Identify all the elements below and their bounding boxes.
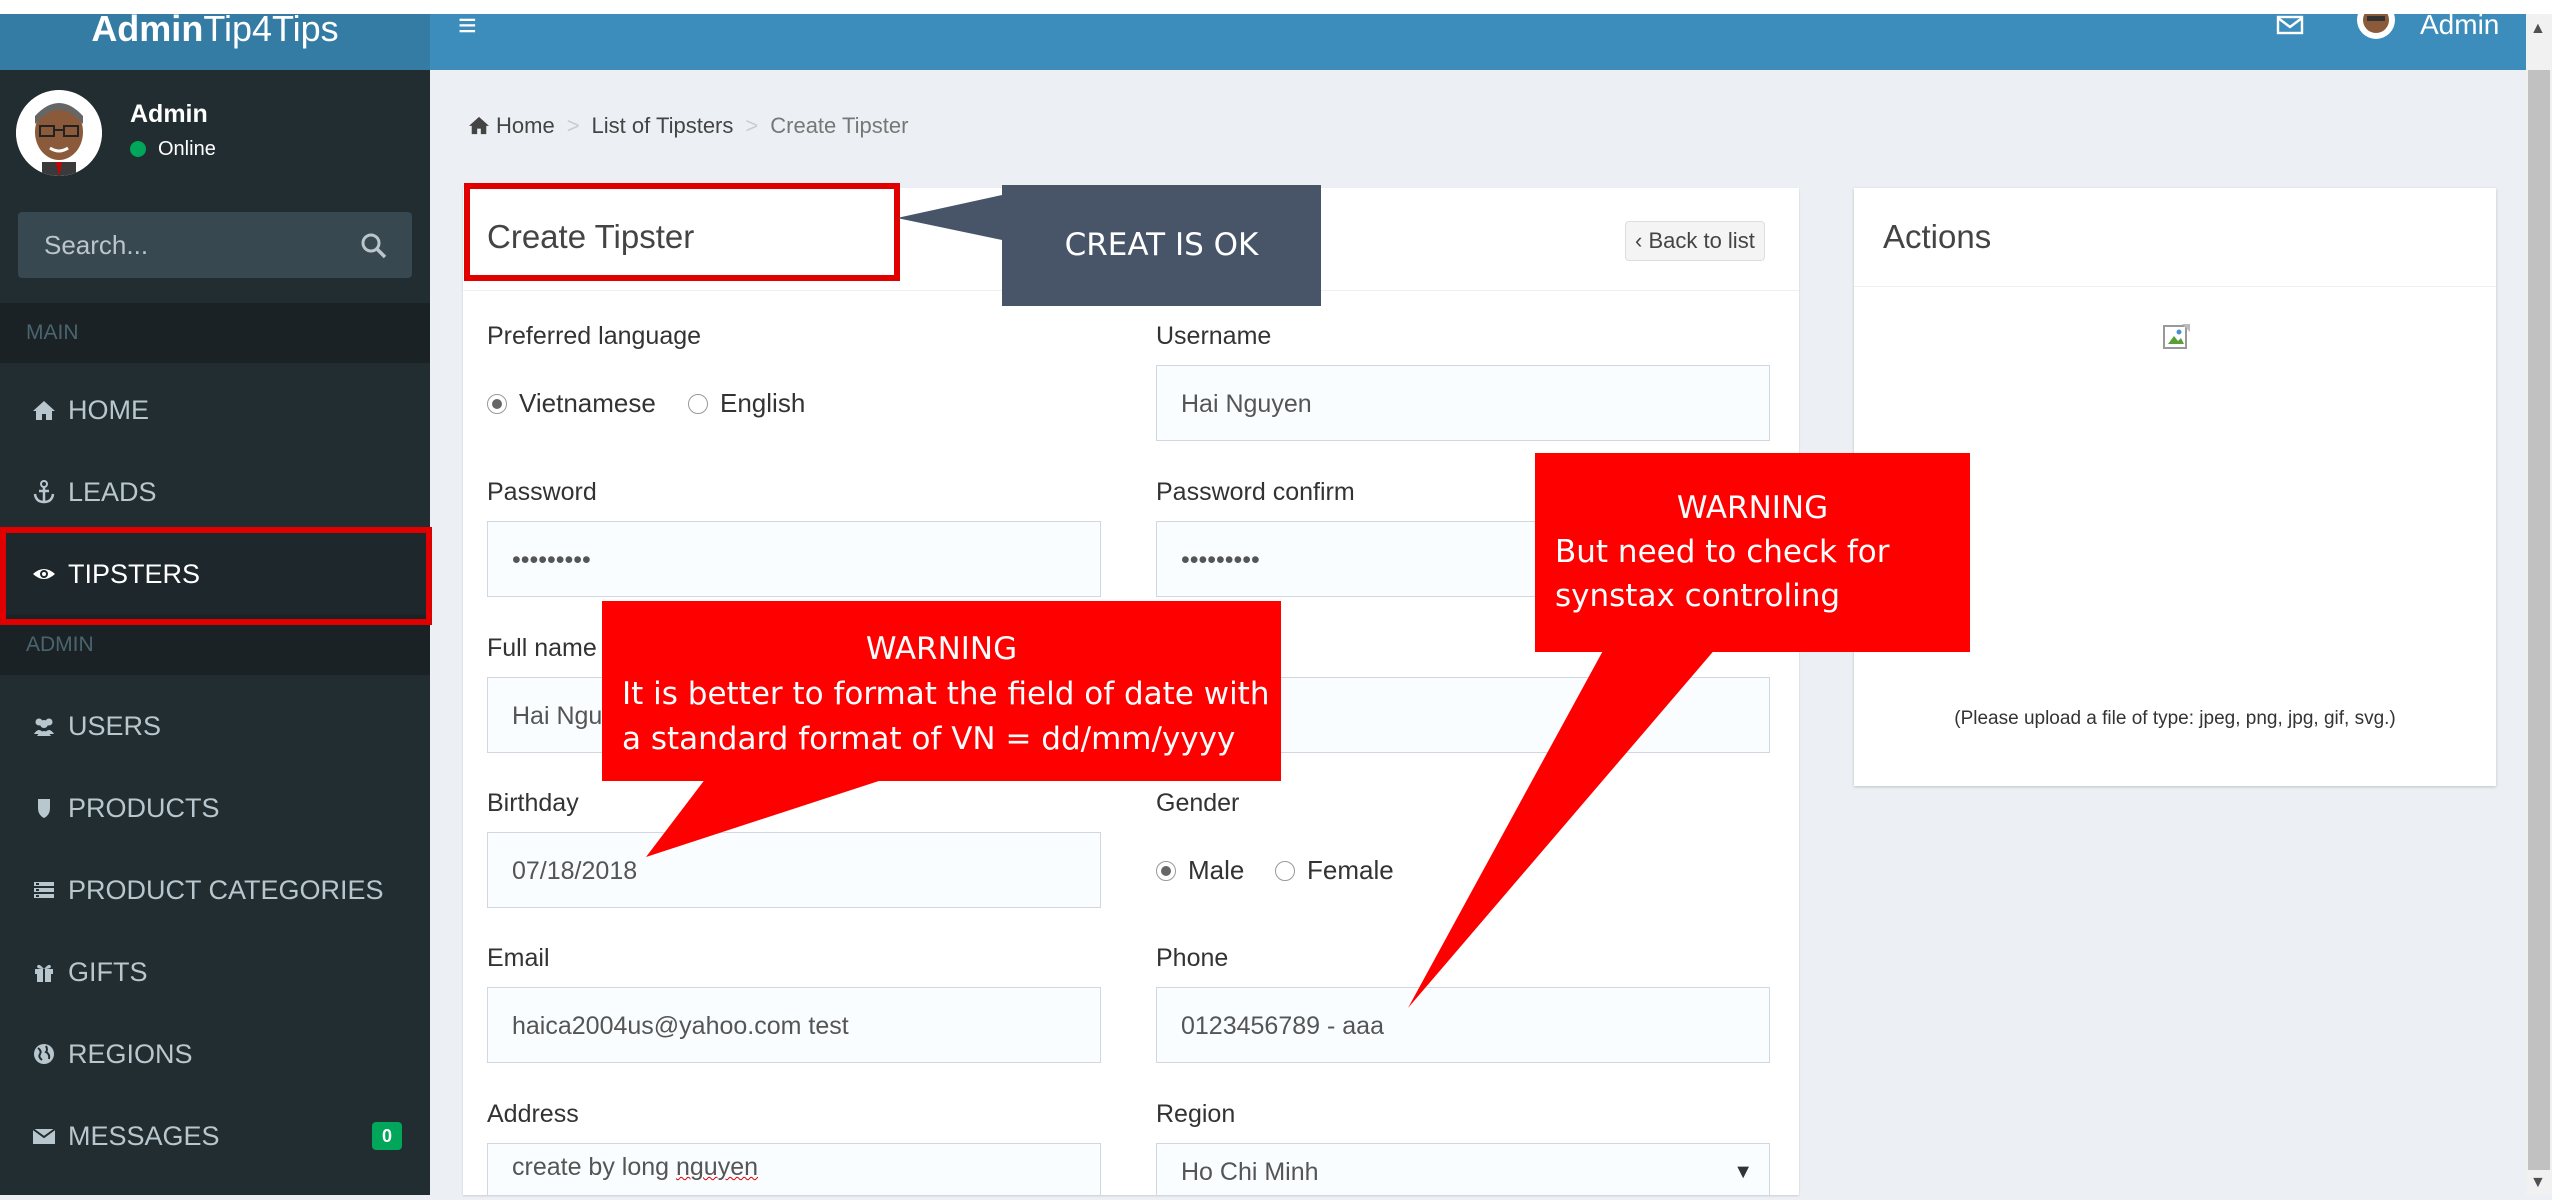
callout-warning-phone-text: WARNING But need to check for synstax co… (1535, 486, 1970, 618)
scroll-down-icon[interactable]: ▼ (2530, 1174, 2546, 1192)
scroll-up-icon[interactable]: ▲ (2530, 20, 2546, 38)
warning-line: But need to check for (1555, 534, 1890, 570)
warning-line: It is better to format the field of date… (622, 676, 1270, 712)
warning-line: a standard format of VN = dd/mm/yyyy (622, 721, 1236, 757)
warning-heading: WARNING (865, 631, 1018, 667)
callout-pointer-phone (1408, 647, 1717, 1008)
scrollbar-thumb[interactable] (2528, 70, 2550, 1170)
highlight-box-tipsters (0, 527, 432, 625)
highlight-box-title (464, 183, 900, 281)
warning-heading: WARNING (1676, 490, 1829, 526)
page-scrollbar[interactable]: ▲ ▼ (2526, 14, 2552, 1195)
callout-pointer-ok (897, 195, 1002, 240)
callout-pointer-date (646, 778, 888, 857)
annotation-shapes (0, 183, 1970, 1008)
callout-warning-date-text: WARNING It is better to format the field… (602, 627, 1281, 762)
callout-create-ok-text: CREAT IS OK (1064, 227, 1259, 263)
warning-line: synstax controling (1555, 578, 1841, 614)
